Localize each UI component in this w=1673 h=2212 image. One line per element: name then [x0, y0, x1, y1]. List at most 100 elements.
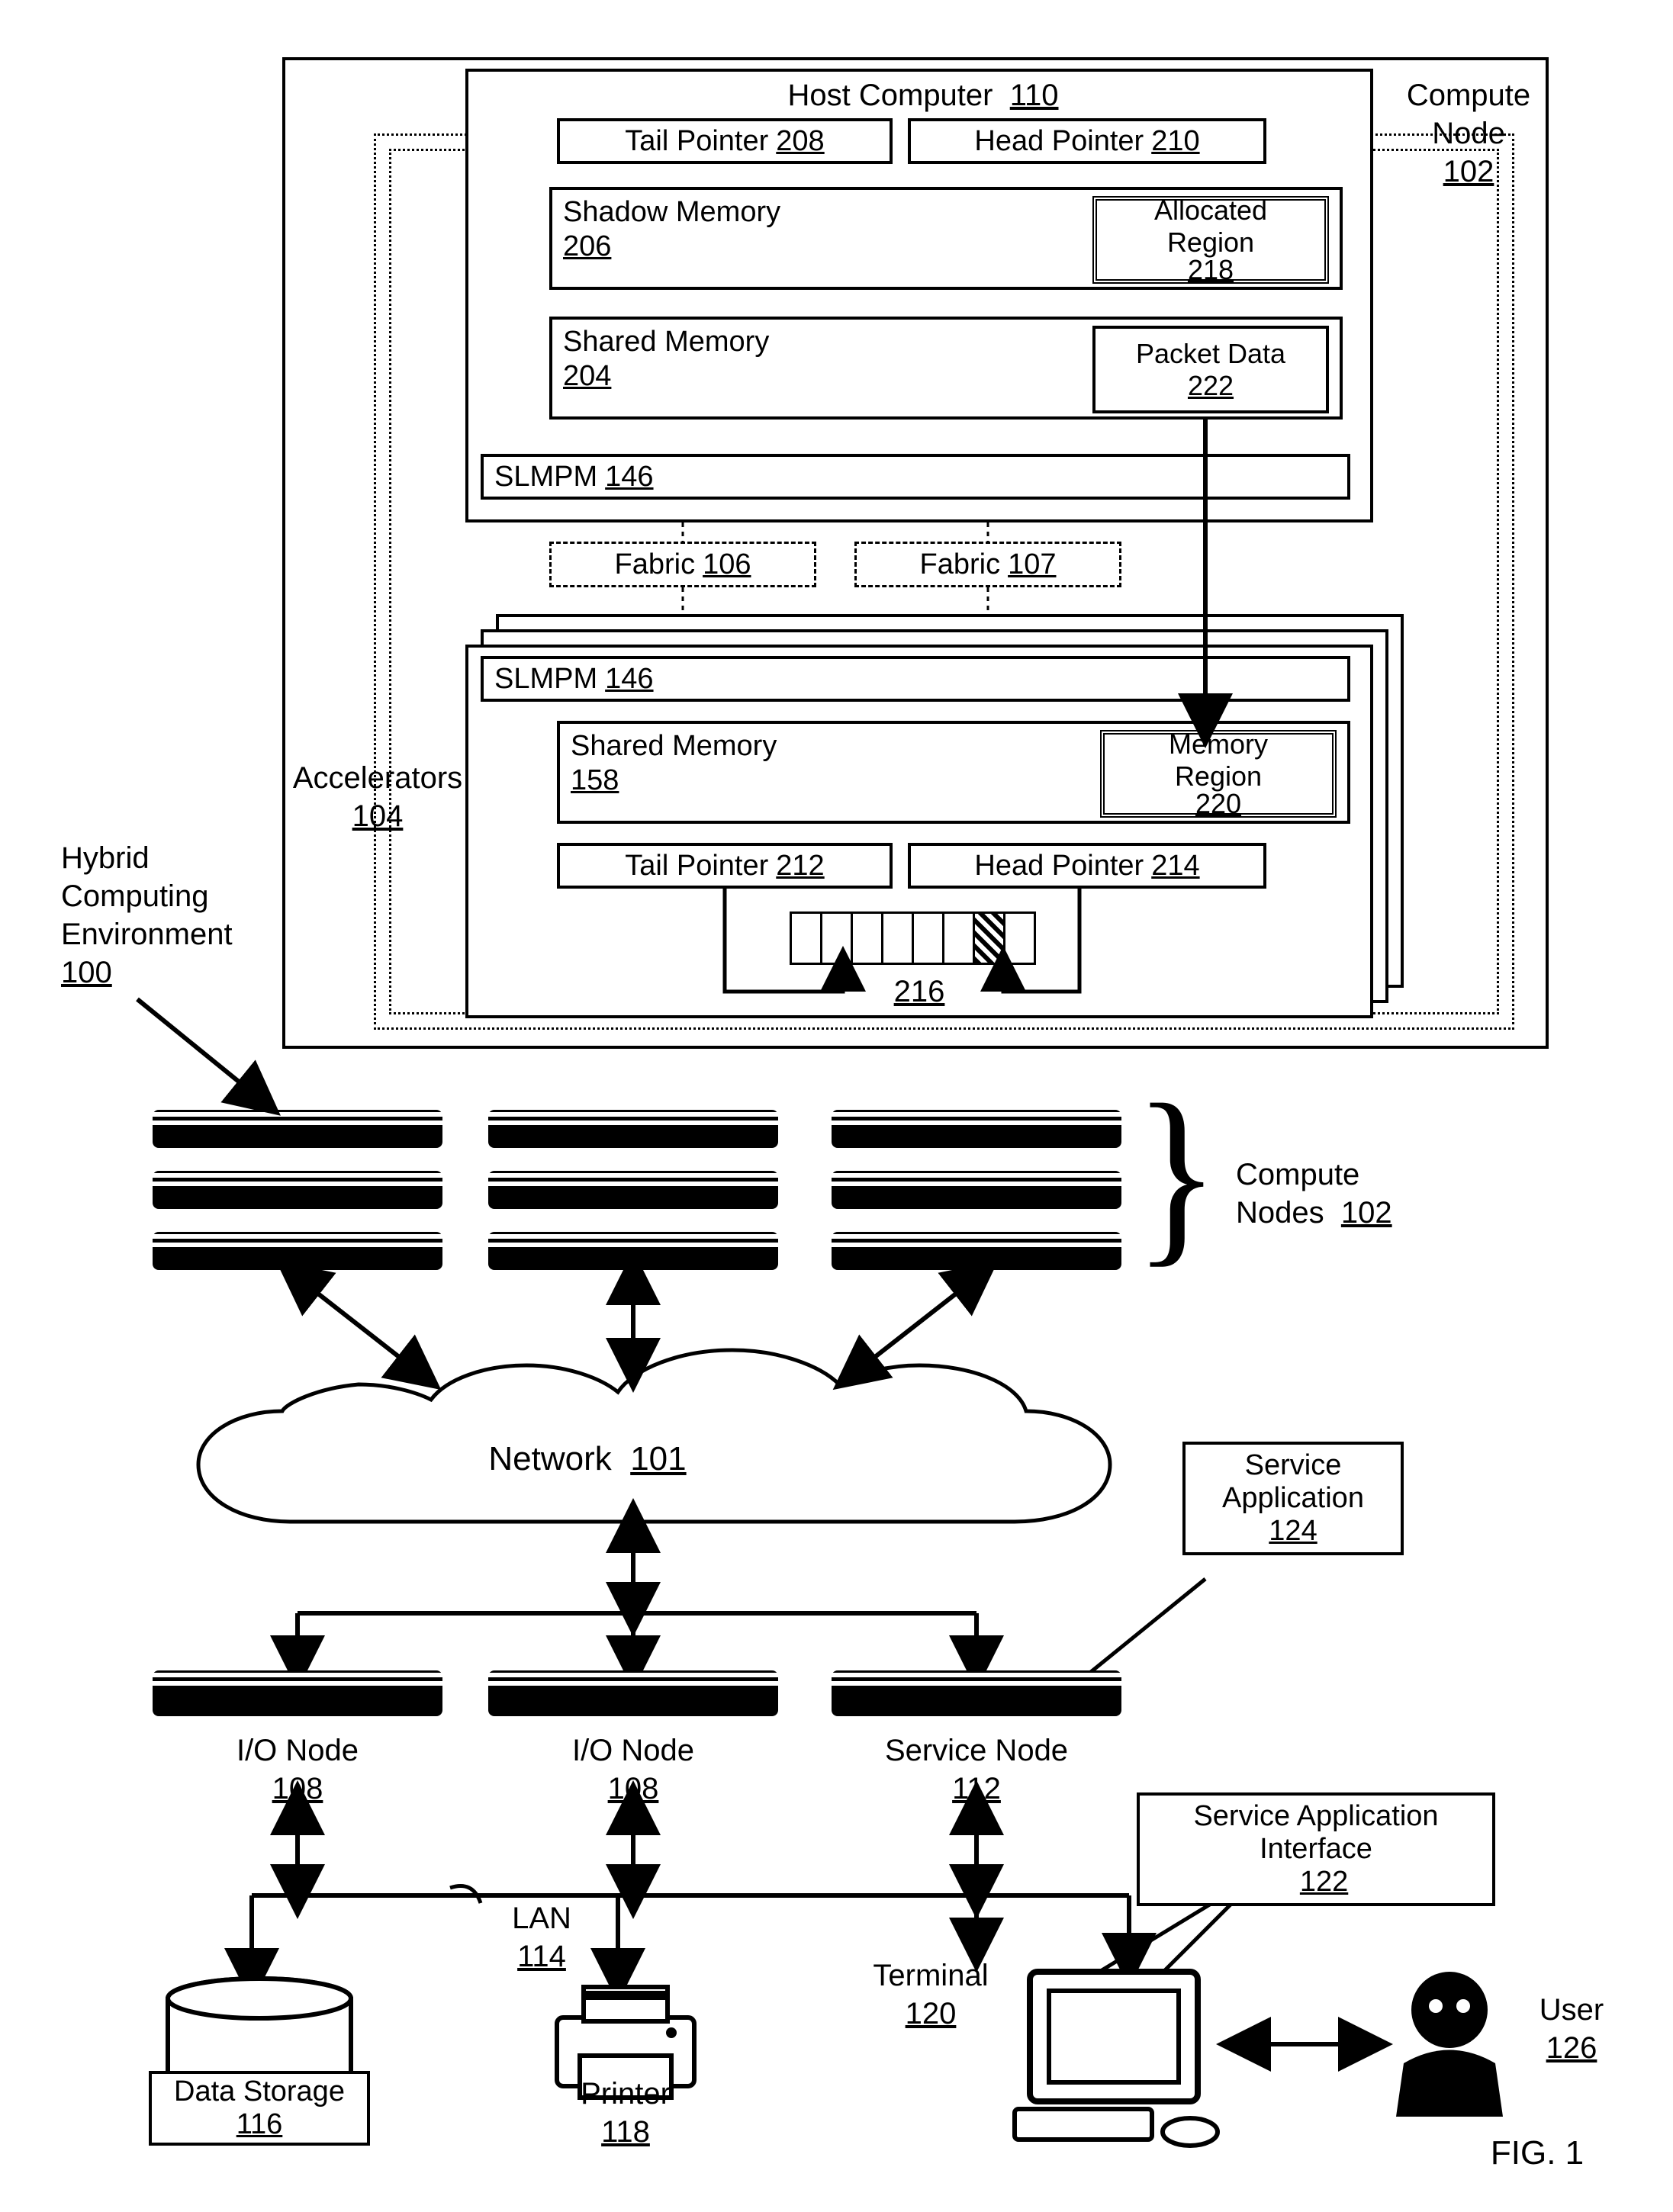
server-bar [153, 1232, 442, 1270]
fabric-a-text: Fabric [615, 548, 696, 581]
service-node-server [832, 1670, 1121, 1716]
host-computer-text: Host Computer [788, 79, 993, 112]
io-node-server [488, 1670, 778, 1716]
fabric-a-ref: 106 [703, 548, 751, 581]
fifo-buffer [790, 911, 1036, 965]
server-bar [153, 1171, 442, 1209]
brace-icon: } [1134, 1060, 1219, 1288]
sai-tag: Service ApplicationInterface 122 [1137, 1792, 1495, 1906]
io2-text: I/O Node [572, 1734, 694, 1767]
data-storage-box: Data Storage 116 [149, 2071, 370, 2146]
svc-app-text: ServiceApplication [1195, 1449, 1391, 1515]
svc-node-ref: 112 [952, 1772, 1001, 1805]
fabric-a: Fabric 106 [549, 542, 816, 587]
shadow-mem-text: Shadow Memory [563, 196, 780, 229]
host-computer-title: Host Computer 110 [732, 76, 1114, 114]
network-ref: 101 [630, 1440, 686, 1477]
slmpm-acc: SLMPM 146 [481, 656, 1350, 702]
user-ref: 126 [1546, 2031, 1597, 2065]
server-bar [832, 1110, 1121, 1148]
fabric-b-ref: 107 [1008, 548, 1056, 581]
acc-ref: 104 [352, 799, 404, 833]
fifo-ref-label: 216 [854, 973, 984, 1011]
allocated-region-box: AllocatedRegion 218 [1092, 196, 1329, 284]
fabric-b: Fabric 107 [854, 542, 1121, 587]
io-node-server [153, 1670, 442, 1716]
network-text: Network [488, 1440, 611, 1477]
slmpm-acc-text: SLMPM [494, 663, 597, 696]
lan-text: LAN [512, 1902, 571, 1935]
io-node-1-label: I/O Node 108 [198, 1731, 397, 1808]
fig-text: FIG. 1 [1491, 2134, 1584, 2172]
io1-ref: 108 [272, 1772, 323, 1805]
network-label: Network 101 [442, 1438, 732, 1480]
terminal-label: Terminal 120 [847, 1956, 1015, 2033]
term-text: Terminal [873, 1959, 988, 1992]
hp-host-text: Head Pointer [974, 125, 1144, 158]
packet-data-text: Packet Data [1136, 338, 1285, 370]
shm-acc-text: Shared Memory [571, 730, 777, 763]
fabric-b-text: Fabric [920, 548, 1001, 581]
terminal-icon [1007, 1964, 1236, 2162]
hp-acc-ref: 214 [1151, 850, 1199, 883]
hce-text: HybridComputingEnvironment [61, 841, 233, 951]
service-node-label: Service Node 112 [862, 1731, 1091, 1808]
svc-node-text: Service Node [885, 1734, 1068, 1767]
alloc-region-text: AllocatedRegion [1154, 195, 1267, 259]
lan-label: LAN 114 [481, 1899, 603, 1976]
user-icon [1373, 1964, 1526, 2132]
shm-host-text: Shared Memory [563, 326, 769, 358]
io1-text: I/O Node [236, 1734, 359, 1767]
shm-acc-ref: 158 [571, 764, 619, 797]
tp-acc-ref: 212 [776, 850, 824, 883]
host-computer-ref: 110 [1010, 79, 1059, 112]
mem-region-ref: 220 [1195, 788, 1241, 820]
slmpm-host: SLMPM 146 [481, 454, 1350, 500]
io-node-2-label: I/O Node 108 [534, 1731, 732, 1808]
printer-text: Printer [581, 2077, 671, 2111]
tp-acc-text: Tail Pointer [625, 850, 768, 883]
svc-app-ref: 124 [1269, 1515, 1317, 1547]
lan-ref: 114 [517, 1940, 566, 1973]
head-pointer-host: Head Pointer 210 [908, 118, 1266, 164]
shm-host-ref: 204 [563, 360, 611, 393]
tp-host-ref: 208 [776, 125, 824, 158]
compute-nodes-group-label: ComputeNodes 102 [1236, 1156, 1434, 1232]
server-bar [488, 1171, 778, 1209]
shared-memory-host-box: Shared Memory 204 Packet Data 222 [549, 317, 1343, 420]
accelerators-label: Accelerators 104 [282, 759, 473, 835]
printer-ref: 118 [601, 2115, 650, 2149]
io2-ref: 108 [608, 1772, 659, 1805]
server-bar [153, 1110, 442, 1148]
shadow-mem-ref: 206 [563, 230, 611, 263]
tail-pointer-acc: Tail Pointer 212 [557, 843, 893, 889]
head-pointer-acc: Head Pointer 214 [908, 843, 1266, 889]
hce-ref: 100 [61, 956, 112, 989]
mem-region-text: MemoryRegion [1169, 728, 1268, 793]
alloc-region-ref: 218 [1188, 254, 1234, 286]
sai-text: Service ApplicationInterface [1149, 1800, 1483, 1866]
tp-host-text: Tail Pointer [625, 125, 768, 158]
server-bar [488, 1232, 778, 1270]
printer-label: Printer 118 [549, 2075, 702, 2151]
shared-memory-acc-box: Shared Memory 158 MemoryRegion 220 [557, 721, 1350, 824]
service-app-tag: ServiceApplication 124 [1182, 1442, 1404, 1555]
packet-data-box: Packet Data 222 [1092, 326, 1329, 413]
hce-label: HybridComputingEnvironment 100 [61, 839, 259, 992]
user-text: User [1539, 1993, 1604, 2027]
fig-label: FIG. 1 [1442, 2132, 1633, 2174]
shadow-memory-box: Shadow Memory 206 AllocatedRegion 218 [549, 187, 1343, 290]
server-bar [832, 1232, 1121, 1270]
ds-text: Data Storage [174, 2075, 345, 2108]
user-label: User 126 [1511, 1991, 1633, 2067]
server-bar [488, 1110, 778, 1148]
packet-data-ref: 222 [1188, 370, 1234, 402]
term-ref: 120 [906, 1997, 957, 2030]
memory-region-box: MemoryRegion 220 [1100, 730, 1337, 818]
acc-text: Accelerators [293, 761, 462, 795]
tail-pointer-host: Tail Pointer 208 [557, 118, 893, 164]
slmpm-host-text: SLMPM [494, 461, 597, 494]
slmpm-host-ref: 146 [605, 461, 653, 494]
hp-acc-text: Head Pointer [974, 850, 1144, 883]
cng-ref: 102 [1341, 1196, 1392, 1230]
